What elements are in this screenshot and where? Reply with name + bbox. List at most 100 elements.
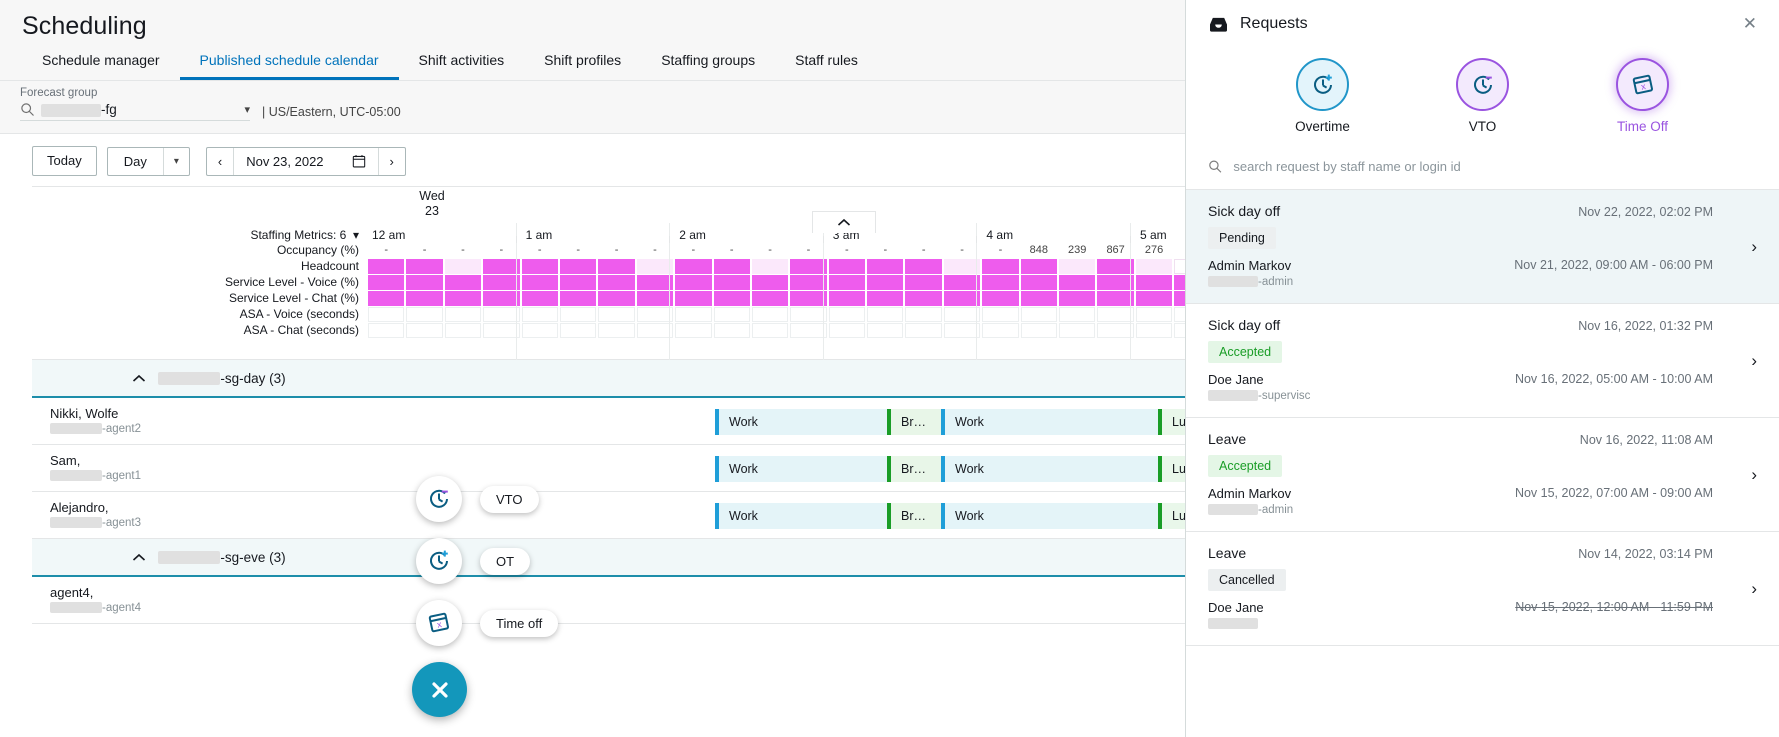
metric-empty-cell bbox=[1059, 307, 1095, 322]
metric-bar bbox=[560, 275, 596, 290]
chevron-up-icon bbox=[837, 218, 851, 227]
next-day-button[interactable]: › bbox=[379, 148, 405, 175]
chevron-right-icon[interactable]: › bbox=[1751, 237, 1757, 257]
clock-minus-icon[interactable] bbox=[416, 476, 462, 522]
metric-empty-cell bbox=[368, 307, 404, 322]
request-type-vto[interactable]: VTO bbox=[1438, 58, 1528, 134]
calendar-icon[interactable] bbox=[352, 154, 366, 168]
shift-activity-chip[interactable]: Lunch bbox=[1158, 456, 1186, 482]
fab-label[interactable]: OT bbox=[480, 548, 530, 575]
chevron-down-icon[interactable]: ▾ bbox=[244, 103, 250, 116]
shift-activity-chip[interactable]: Br… bbox=[887, 456, 941, 482]
hour-divider bbox=[516, 236, 517, 243]
agent-login: -agent3 bbox=[50, 516, 368, 530]
tab-shift-profiles[interactable]: Shift profiles bbox=[524, 45, 641, 80]
collapse-metrics-button[interactable] bbox=[812, 211, 876, 233]
metric-bar bbox=[483, 275, 519, 290]
chevron-right-icon[interactable]: › bbox=[1751, 351, 1757, 371]
tab-shift-activities[interactable]: Shift activities bbox=[399, 45, 525, 80]
calendar-x-icon[interactable]: x bbox=[1616, 58, 1669, 111]
page-title: Scheduling bbox=[0, 0, 1185, 41]
page-header: Scheduling Schedule managerPublished sch… bbox=[0, 0, 1185, 79]
metric-bar bbox=[1021, 259, 1057, 274]
agent-row[interactable]: Nikki, Wolfe-agent2WorkBr…WorkLunch bbox=[32, 398, 1185, 445]
request-search bbox=[1186, 144, 1779, 190]
fab-item-ot[interactable]: OT bbox=[416, 538, 616, 584]
metric-bar bbox=[1174, 291, 1186, 306]
fab-label[interactable]: Time off bbox=[480, 610, 558, 637]
search-input[interactable] bbox=[1231, 158, 1757, 175]
metric-bar bbox=[598, 291, 634, 306]
clock-plus-icon[interactable] bbox=[1296, 58, 1349, 111]
timezone-label: | US/Eastern, UTC-05:00 bbox=[262, 105, 401, 119]
metric-empty-cell bbox=[406, 307, 442, 322]
requests-list: Sick day offNov 22, 2022, 02:02 PMPendin… bbox=[1186, 190, 1779, 646]
tab-staffing-groups[interactable]: Staffing groups bbox=[641, 45, 775, 80]
fab-item-vto[interactable]: VTO bbox=[416, 476, 616, 522]
clock-plus-icon[interactable] bbox=[416, 538, 462, 584]
today-button[interactable]: Today bbox=[32, 146, 97, 176]
shift-activity-chip[interactable]: Lunch bbox=[1158, 409, 1186, 435]
view-select[interactable]: Day ▾ bbox=[107, 147, 190, 176]
forecast-group-select[interactable]: -fg ▾ bbox=[20, 102, 250, 121]
redacted-text bbox=[158, 551, 220, 564]
chevron-up-icon[interactable] bbox=[132, 374, 146, 383]
chevron-down-icon[interactable]: ▾ bbox=[350, 228, 359, 242]
metric-row-asa-chat: ASA - Chat (seconds) bbox=[32, 322, 1185, 338]
metric-bar bbox=[522, 259, 558, 274]
staffing-group-row[interactable]: -sg-day (3) bbox=[32, 360, 1185, 398]
shift-activity-chip[interactable]: Lunch bbox=[1158, 503, 1186, 529]
metric-value: - bbox=[714, 243, 750, 257]
metric-bar bbox=[445, 275, 481, 290]
metric-empty-cell bbox=[905, 307, 941, 322]
metric-label: Service Level - Voice (%) bbox=[32, 275, 368, 289]
shift-activity-chip[interactable]: Work bbox=[715, 456, 887, 482]
fab-label[interactable]: VTO bbox=[480, 486, 539, 513]
metric-empty-cell bbox=[1174, 307, 1186, 322]
agent-login: -agent4 bbox=[50, 601, 368, 615]
metric-empty-cell bbox=[522, 323, 558, 338]
tab-schedule-manager[interactable]: Schedule manager bbox=[22, 45, 180, 80]
request-item[interactable]: LeaveNov 16, 2022, 11:08 AMAcceptedAdmin… bbox=[1186, 418, 1779, 532]
chevron-right-icon[interactable]: › bbox=[1751, 465, 1757, 485]
shift-activity-chip[interactable]: Work bbox=[715, 409, 887, 435]
chevron-right-icon[interactable]: › bbox=[1751, 579, 1757, 599]
chevron-up-icon[interactable] bbox=[132, 553, 146, 562]
metric-bar bbox=[368, 291, 404, 306]
tab-published-schedule-calendar[interactable]: Published schedule calendar bbox=[180, 45, 399, 80]
chevron-down-icon[interactable]: ▾ bbox=[164, 148, 189, 175]
metric-empty-cell bbox=[982, 323, 1018, 338]
fab-item-time-off[interactable]: x Time off bbox=[416, 600, 616, 646]
calendar-x-icon[interactable]: x bbox=[416, 600, 462, 646]
request-submitted-date: Nov 14, 2022, 03:14 PM bbox=[1578, 547, 1757, 561]
request-item[interactable]: Sick day offNov 16, 2022, 01:32 PMAccept… bbox=[1186, 304, 1779, 418]
metric-bar bbox=[1097, 259, 1133, 274]
metric-bar bbox=[1021, 291, 1057, 306]
view-select-label[interactable]: Day bbox=[108, 148, 163, 175]
request-type-time-off[interactable]: xTime Off bbox=[1598, 58, 1688, 134]
shift-activity-chip[interactable]: Br… bbox=[887, 409, 941, 435]
shift-activity-chip[interactable]: Br… bbox=[887, 503, 941, 529]
clock-minus-icon[interactable] bbox=[1456, 58, 1509, 111]
shift-activity-chip[interactable]: Work bbox=[941, 503, 1158, 529]
prev-day-button[interactable]: ‹ bbox=[207, 148, 233, 175]
fab-close-button[interactable] bbox=[412, 662, 467, 717]
agent-name-cell: Sam,-agent1 bbox=[32, 445, 368, 491]
metric-bar bbox=[598, 259, 634, 274]
shift-activity-chip[interactable]: Work bbox=[941, 456, 1158, 482]
staffing-metrics-toggle[interactable]: Staffing Metrics: 6 ▾ bbox=[32, 228, 368, 242]
metrics-footer bbox=[32, 338, 1185, 360]
agent-lane[interactable]: WorkBr…WorkLunch bbox=[368, 398, 1185, 444]
tab-staff-rules[interactable]: Staff rules bbox=[775, 45, 878, 80]
request-item[interactable]: LeaveNov 14, 2022, 03:14 PMCancelledDoe … bbox=[1186, 532, 1779, 646]
metric-bar bbox=[406, 259, 442, 274]
metric-empty-cell bbox=[522, 307, 558, 322]
shift-activity-chip[interactable]: Work bbox=[715, 503, 887, 529]
request-type-overtime[interactable]: Overtime bbox=[1278, 58, 1368, 134]
close-icon[interactable]: ✕ bbox=[1737, 14, 1763, 34]
metric-empty-cell bbox=[406, 323, 442, 338]
date-picker[interactable]: Nov 23, 2022 bbox=[234, 148, 377, 175]
request-item[interactable]: Sick day offNov 22, 2022, 02:02 PMPendin… bbox=[1186, 190, 1779, 304]
shift-activity-chip[interactable]: Work bbox=[941, 409, 1158, 435]
status-badge: Pending bbox=[1208, 227, 1276, 249]
